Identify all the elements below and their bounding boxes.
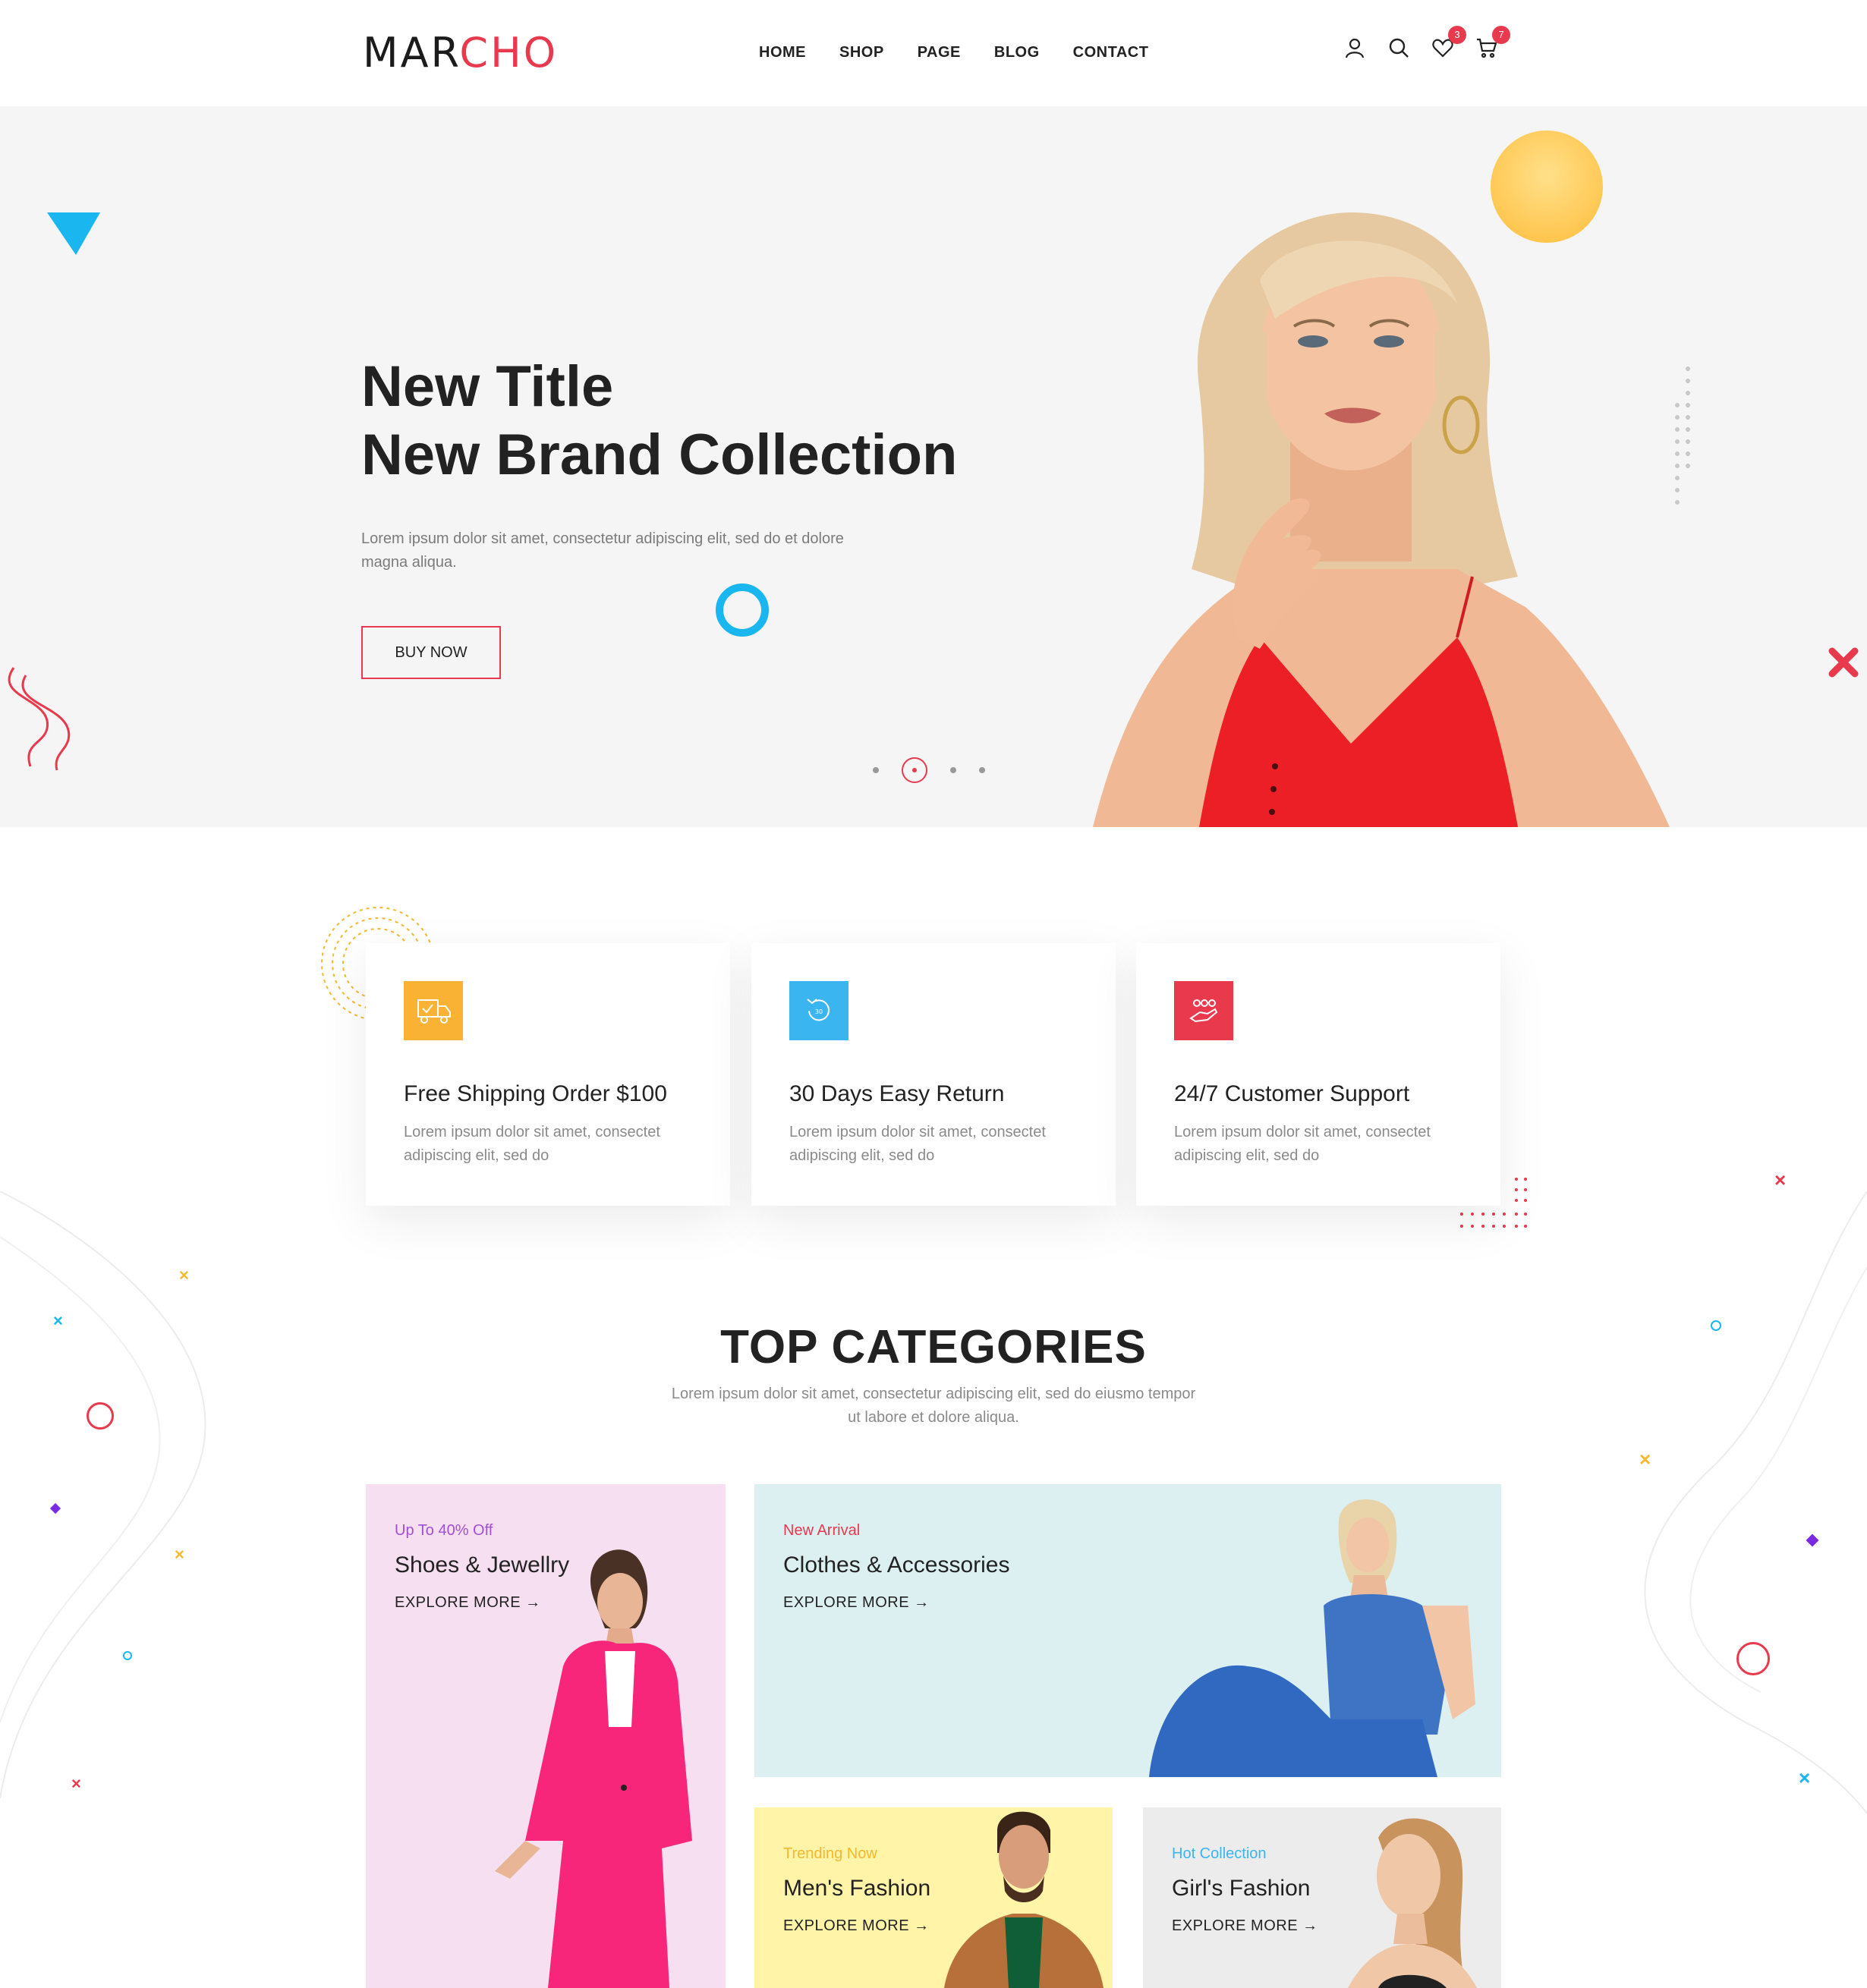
category-model-image <box>1348 1818 1477 1988</box>
site-header: MARCHO HOME SHOP PAGE BLOG CONTACT 3 7 <box>0 0 1867 106</box>
category-model-image <box>944 1811 1104 1988</box>
slider-dot-2-active[interactable] <box>902 757 927 783</box>
categories-title: TOP CATEGORIES <box>720 1321 1147 1373</box>
main-nav: HOME SHOP PAGE BLOG CONTACT <box>759 44 1182 61</box>
category-tag: Trending Now <box>783 1845 877 1862</box>
category-name: Clothes & Accessories <box>783 1552 1010 1578</box>
hero-title-line-1: New Title <box>361 354 614 419</box>
feature-card-support: 24/7 Customer Support Lorem ipsum dolor … <box>1136 943 1500 1206</box>
category-card-shoes-jewellry[interactable]: Up To 40% Off Shoes & Jewellry EXPLORE M… <box>366 1484 726 1988</box>
feature-description: Lorem ipsum dolor sit amet, consectet ad… <box>1174 1124 1431 1164</box>
triangle-shape <box>47 212 100 255</box>
logo-part-2: CHO <box>459 29 559 77</box>
cart-count-badge: 7 <box>1492 26 1510 44</box>
category-tag: Up To 40% Off <box>395 1522 493 1539</box>
nav-blog[interactable]: BLOG <box>994 44 1040 61</box>
feature-title: Free Shipping Order $100 <box>404 1081 667 1106</box>
category-tag: New Arrival <box>783 1522 861 1539</box>
logo[interactable]: MARCHO <box>363 29 558 77</box>
slider-dot-1[interactable] <box>873 767 879 773</box>
wishlist-count-badge: 3 <box>1448 26 1466 44</box>
hero-slider: New Title New Brand Collection Lorem ips… <box>0 106 1867 827</box>
feature-description: Lorem ipsum dolor sit amet, consectet ad… <box>404 1124 660 1164</box>
categories-description: Lorem ipsum dolor sit amet, consectetur … <box>671 1386 1196 1426</box>
nav-home[interactable]: HOME <box>759 44 806 61</box>
feature-description: Lorem ipsum dolor sit amet, consectet ad… <box>789 1124 1046 1164</box>
logo-part-1: MAR <box>363 29 460 77</box>
category-model-image <box>1149 1499 1475 1777</box>
hero-title-line-2: New Brand Collection <box>361 423 958 487</box>
explore-more-link[interactable]: EXPLORE MORE → <box>1172 1917 1318 1935</box>
nav-page[interactable]: PAGE <box>918 44 961 61</box>
category-card-clothes-accessories[interactable]: New Arrival Clothes & Accessories EXPLOR… <box>754 1484 1501 1777</box>
sparkle-x-red: × <box>71 1774 81 1793</box>
slider-dot-3[interactable] <box>950 767 956 773</box>
slider-dots <box>873 757 985 783</box>
hero-description: Lorem ipsum dolor sit amet, consectetur … <box>361 530 844 571</box>
wave-shape <box>8 667 71 771</box>
category-tag: Hot Collection <box>1172 1845 1267 1862</box>
explore-more-link[interactable]: EXPLORE MORE → <box>783 1594 930 1612</box>
sparkle-ring-blue <box>123 1651 132 1660</box>
cart-icon[interactable]: 7 <box>1475 26 1510 59</box>
svg-text:30: 30 <box>815 1008 823 1015</box>
truck-icon <box>404 981 463 1040</box>
heart-icon[interactable]: 3 <box>1431 26 1466 59</box>
feature-title: 30 Days Easy Return <box>789 1081 1005 1106</box>
support-icon <box>1174 981 1233 1040</box>
sparkle-x-red-right: × <box>1774 1169 1787 1191</box>
sparkle-x-blue-right: × <box>1799 1766 1811 1789</box>
category-card-mens-fashion[interactable]: Trending Now Men's Fashion EXPLORE MORE … <box>754 1807 1113 1988</box>
category-name: Girl's Fashion <box>1172 1876 1311 1901</box>
cross-shape <box>1828 647 1859 678</box>
nav-shop[interactable]: SHOP <box>839 44 884 61</box>
buy-now-button[interactable]: BUY NOW <box>361 626 501 679</box>
sparkle-x-yellow-right: × <box>1639 1448 1651 1471</box>
sparkle-x-yellow-2: × <box>175 1545 184 1564</box>
sparkle-ring-red-right <box>1736 1642 1770 1675</box>
search-icon[interactable] <box>1387 36 1410 59</box>
ring-shape <box>716 584 769 637</box>
return-icon: 30 <box>789 981 848 1040</box>
feature-card-shipping: Free Shipping Order $100 Lorem ipsum dol… <box>366 943 730 1206</box>
user-icon[interactable] <box>1343 36 1366 59</box>
hero-title: New Title New Brand Collection <box>361 353 957 489</box>
feature-title: 24/7 Customer Support <box>1174 1081 1410 1106</box>
header-icons: 3 7 <box>1343 26 1510 59</box>
category-card-girls-fashion[interactable]: Hot Collection Girl's Fashion EXPLORE MO… <box>1143 1807 1501 1988</box>
sparkle-x-yellow: × <box>179 1266 189 1285</box>
slider-dot-4[interactable] <box>979 767 985 773</box>
hero-model-image <box>1093 212 1670 827</box>
feature-card-return: 30 30 Days Easy Return Lorem ipsum dolor… <box>751 943 1116 1206</box>
nav-contact[interactable]: CONTACT <box>1073 44 1149 61</box>
category-model-image <box>495 1549 692 1988</box>
sparkle-ring-red <box>87 1402 114 1430</box>
